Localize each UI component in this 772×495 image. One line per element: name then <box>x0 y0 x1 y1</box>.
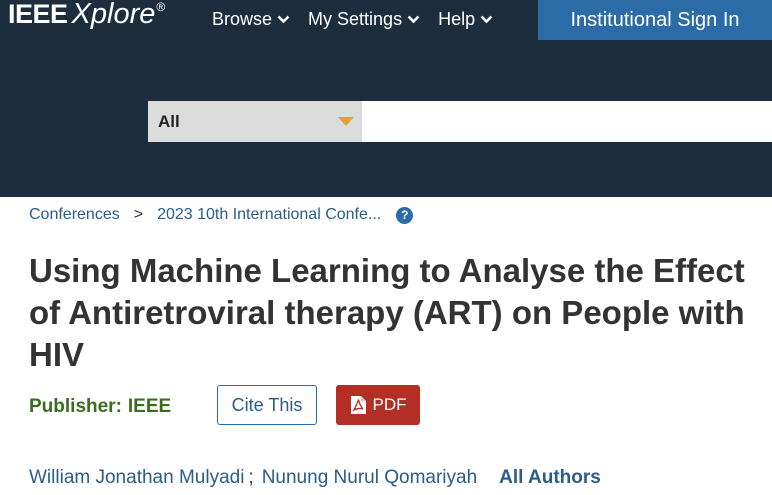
ieee-xplore-logo[interactable]: IEEE Xplore® <box>8 0 165 29</box>
logo-sub-text: Xplore <box>71 0 156 30</box>
publisher-value: IEEE <box>127 396 172 417</box>
breadcrumb-conference-name[interactable]: 2023 10th International Confe... <box>157 206 381 224</box>
breadcrumb-separator: > <box>133 206 144 223</box>
pdf-button-label: PDF <box>372 395 407 414</box>
nav-browse[interactable]: Browse <box>212 9 290 30</box>
main-nav: Browse My Settings Help <box>212 9 511 30</box>
search-scope-value: All <box>158 111 180 131</box>
site-header: IEEE Xplore® Browse My Settings Help Inst… <box>0 0 772 197</box>
authors-list: William Jonathan Mulyadi ; Nunung Nurul … <box>29 467 601 489</box>
publisher-info: Publisher: IEEE <box>29 396 171 418</box>
nav-my-settings-label: My Settings <box>308 9 403 29</box>
pdf-button[interactable]: PDF <box>336 385 420 425</box>
nav-help-label: Help <box>438 9 476 29</box>
chevron-down-icon <box>480 15 493 24</box>
help-icon[interactable]: ? <box>396 206 414 224</box>
logo-registered-mark: ® <box>156 0 166 14</box>
chevron-down-icon <box>277 15 290 24</box>
pdf-icon <box>350 396 366 414</box>
institutional-sign-in-button[interactable]: Institutional Sign In <box>538 0 772 40</box>
nav-my-settings[interactable]: My Settings <box>308 9 420 30</box>
publisher-label: Publisher: <box>29 396 122 417</box>
author-link[interactable]: William Jonathan Mulyadi <box>29 467 244 489</box>
search-scope-select[interactable]: All <box>148 101 362 142</box>
breadcrumb: Conferences > 2023 10th International Co… <box>29 206 414 224</box>
caret-down-icon <box>338 117 354 126</box>
nav-help[interactable]: Help <box>438 9 493 30</box>
search-bar: All <box>148 101 772 142</box>
page-title: Using Machine Learning to Analyse the Ef… <box>29 252 745 373</box>
cite-this-button[interactable]: Cite This <box>217 385 317 425</box>
logo-main-text: IEEE <box>8 0 68 29</box>
breadcrumb-conferences[interactable]: Conferences <box>29 206 120 224</box>
chevron-down-icon <box>407 15 420 24</box>
author-separator: ; <box>248 467 254 488</box>
nav-browse-label: Browse <box>212 9 273 29</box>
author-link[interactable]: Nunung Nurul Qomariyah <box>262 467 477 489</box>
all-authors-link[interactable]: All Authors <box>499 467 601 489</box>
search-input[interactable] <box>362 101 772 142</box>
